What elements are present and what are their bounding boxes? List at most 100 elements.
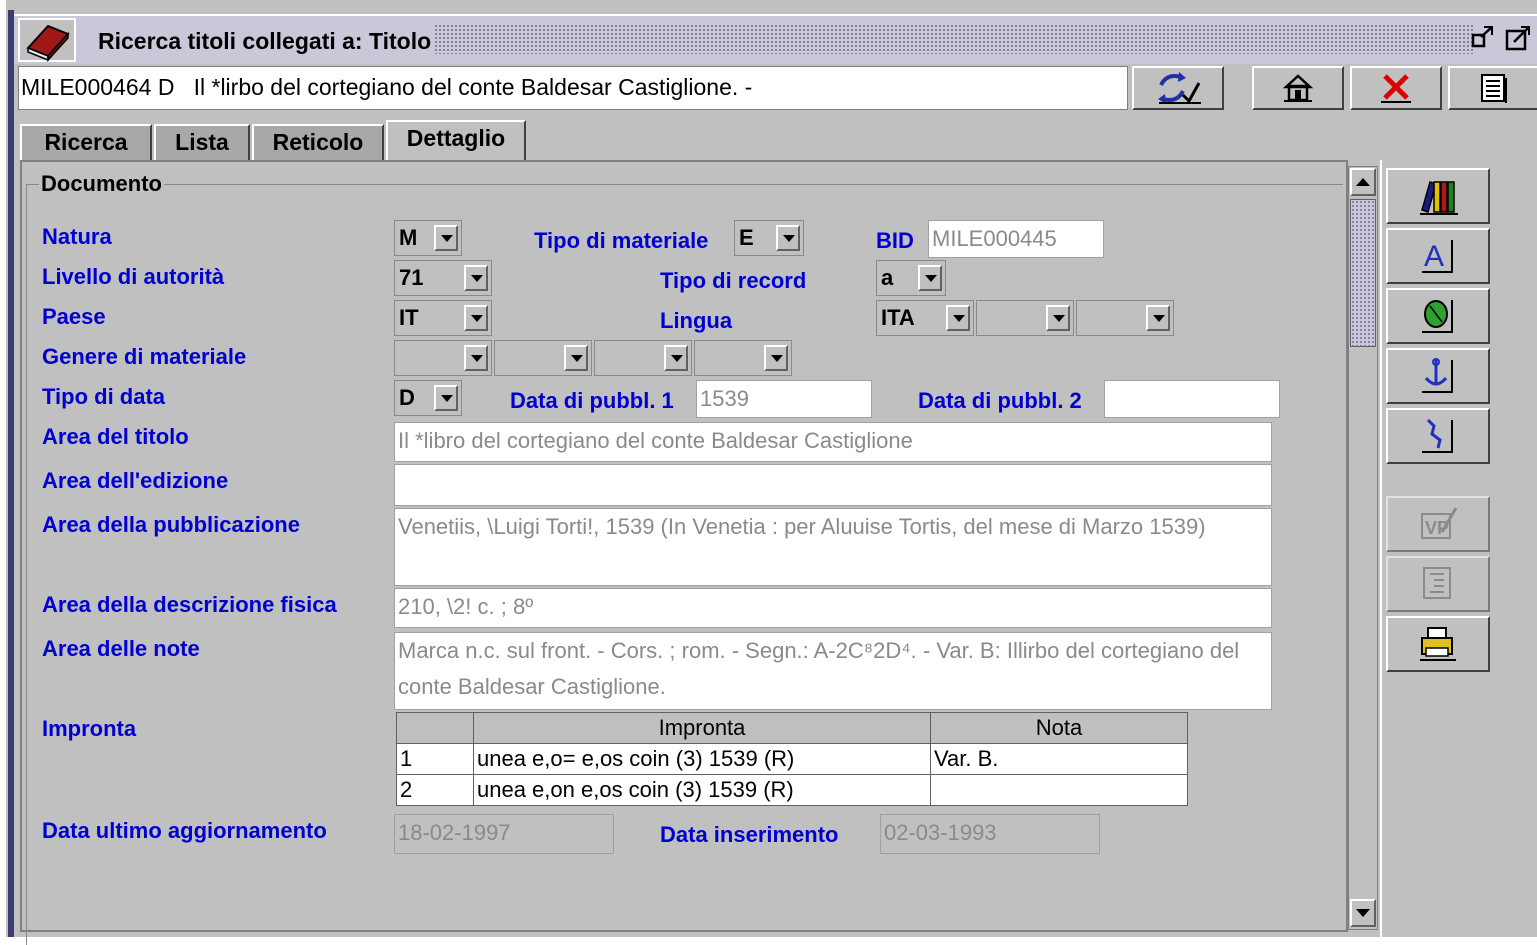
chevron-down-icon[interactable] — [464, 345, 488, 371]
area-edizione-field[interactable] — [394, 464, 1272, 506]
data-pubbl-1-field[interactable]: 1539 — [696, 380, 872, 418]
scroll-down-button[interactable] — [1350, 899, 1376, 927]
chevron-down-icon[interactable] — [918, 265, 942, 291]
vertical-scrollbar[interactable] — [1348, 166, 1378, 930]
print-button[interactable] — [1386, 616, 1490, 672]
tipo-materiale-value: E — [739, 225, 754, 250]
refresh-check-icon — [1158, 72, 1201, 104]
table-cell[interactable] — [930, 774, 1188, 806]
table-cell[interactable]: 1 — [396, 743, 474, 775]
tree-list-icon — [1423, 567, 1451, 599]
title-bar-texture — [434, 24, 1474, 54]
tab-lista[interactable]: Lista — [154, 124, 250, 160]
chevron-down-icon[interactable] — [1046, 305, 1070, 331]
label-impronta: Impronta — [42, 716, 137, 741]
column-header-nota[interactable]: Nota — [930, 712, 1188, 744]
genere-select-4[interactable] — [694, 340, 792, 376]
tab-reticolo[interactable]: Reticolo — [252, 124, 384, 160]
detail-panel: Documento Natura Livello di autorità Pae… — [20, 160, 1348, 945]
area-titolo-field[interactable]: Il *libro del cortegiano del conte Balde… — [394, 422, 1272, 462]
label-data-ultimo-aggiornamento: Data ultimo aggiornamento — [42, 818, 327, 843]
validate-button[interactable]: VP — [1386, 496, 1490, 552]
books-icon — [1420, 181, 1458, 215]
scrollbar-thumb[interactable] — [1350, 199, 1376, 347]
chevron-down-icon[interactable] — [434, 385, 458, 411]
table-cell[interactable]: 2 — [396, 774, 474, 806]
table-cell[interactable]: Var. B. — [930, 743, 1188, 775]
leaf-icon — [1422, 300, 1453, 333]
column-header-impronta[interactable]: Impronta — [473, 712, 931, 744]
tree-list-button[interactable] — [1386, 556, 1490, 612]
lingua-select-2[interactable] — [976, 300, 1074, 336]
impronta-table[interactable]: Impronta Nota 1 unea e,o= e,os coin (3) … — [396, 712, 1188, 806]
author-button[interactable]: A — [1386, 228, 1490, 284]
genere-select-1[interactable] — [394, 340, 492, 376]
svg-text:A: A — [1424, 240, 1444, 273]
record-id-text: MILE000464 D Il *lirbo del cortegiano de… — [21, 74, 753, 100]
subject-button[interactable] — [1386, 288, 1490, 344]
data-pubbl-2-field[interactable] — [1104, 380, 1280, 418]
maximize-icon[interactable] — [1504, 24, 1532, 52]
validate-icon: VP — [1421, 507, 1458, 539]
label-area-pubblicazione: Area della pubblicazione — [42, 512, 300, 537]
natura-value: M — [399, 225, 418, 250]
livello-autorita-select[interactable]: 71 — [394, 260, 492, 296]
table-cell[interactable]: unea e,o= e,os coin (3) 1539 (R) — [473, 743, 931, 775]
restore-icon[interactable] — [1470, 24, 1498, 52]
list-button[interactable] — [1448, 66, 1537, 110]
genere-select-3[interactable] — [594, 340, 692, 376]
book-icon — [18, 18, 76, 62]
natura-select[interactable]: M — [394, 220, 462, 256]
label-data-inserimento: Data inserimento — [660, 822, 839, 847]
paese-value: IT — [399, 305, 419, 330]
chevron-down-icon[interactable] — [776, 225, 800, 251]
chevron-down-icon[interactable] — [564, 345, 588, 371]
chevron-down-icon[interactable] — [1146, 305, 1170, 331]
chevron-down-icon[interactable] — [464, 305, 488, 331]
table-cell[interactable]: unea e,on e,os coin (3) 1539 (R) — [473, 774, 931, 806]
table-row[interactable]: 1 unea e,o= e,os coin (3) 1539 (R) Var. … — [396, 743, 1188, 775]
tipo-record-select[interactable]: a — [876, 260, 946, 296]
refresh-button[interactable] — [1132, 66, 1224, 110]
lingua-select-1[interactable]: ITA — [876, 300, 974, 336]
data-inserimento-field: 02-03-1993 — [880, 814, 1100, 854]
home-button[interactable] — [1252, 66, 1344, 110]
chevron-down-icon[interactable] — [946, 305, 970, 331]
scroll-up-button[interactable] — [1350, 168, 1376, 196]
label-lingua: Lingua — [660, 308, 733, 333]
label-livello-autorita: Livello di autorità — [42, 264, 225, 289]
column-header-index[interactable] — [396, 712, 474, 744]
record-id-field[interactable]: MILE000464 D Il *lirbo del cortegiano de… — [18, 66, 1128, 110]
genere-select-2[interactable] — [494, 340, 592, 376]
chevron-down-icon[interactable] — [434, 225, 458, 251]
title-bar: Ricerca titoli collegati a: Titolo — [14, 14, 1537, 66]
map-button[interactable] — [1386, 408, 1490, 464]
bid-field[interactable]: MILE000445 — [928, 220, 1104, 258]
action-sidebar: A VP — [1380, 160, 1537, 937]
anchor-button[interactable] — [1386, 348, 1490, 404]
lingua-select-3[interactable] — [1076, 300, 1174, 336]
print-icon — [1420, 627, 1456, 661]
tab-dettaglio[interactable]: Dettaglio — [386, 120, 526, 162]
area-descrizione-fisica-field[interactable]: 210, \2! c. ; 8º — [394, 588, 1272, 628]
chevron-down-icon[interactable] — [764, 345, 788, 371]
arrow-down-icon — [1356, 909, 1370, 917]
home-icon — [1282, 74, 1314, 102]
label-bid: BID — [876, 228, 914, 253]
window-title: Ricerca titoli collegati a: Titolo — [98, 28, 432, 54]
close-button[interactable] — [1350, 66, 1442, 110]
chevron-down-icon[interactable] — [664, 345, 688, 371]
label-area-titolo: Area del titolo — [42, 424, 189, 449]
tipo-record-value: a — [881, 265, 894, 290]
tipo-data-select[interactable]: D — [394, 380, 462, 416]
area-pubblicazione-field[interactable]: Venetiis, \Luigi Torti!, 1539 (In Veneti… — [394, 508, 1272, 586]
label-natura: Natura — [42, 224, 112, 249]
books-button[interactable] — [1386, 168, 1490, 224]
area-note-field[interactable]: Marca n.c. sul front. - Cors. ; rom. - S… — [394, 632, 1272, 710]
table-row[interactable]: 2 unea e,on e,os coin (3) 1539 (R) — [396, 774, 1188, 806]
tab-ricerca[interactable]: Ricerca — [20, 124, 152, 160]
paese-select[interactable]: IT — [394, 300, 492, 336]
chevron-down-icon[interactable] — [464, 265, 488, 291]
livello-value: 71 — [399, 265, 424, 290]
tipo-materiale-select[interactable]: E — [734, 220, 804, 256]
